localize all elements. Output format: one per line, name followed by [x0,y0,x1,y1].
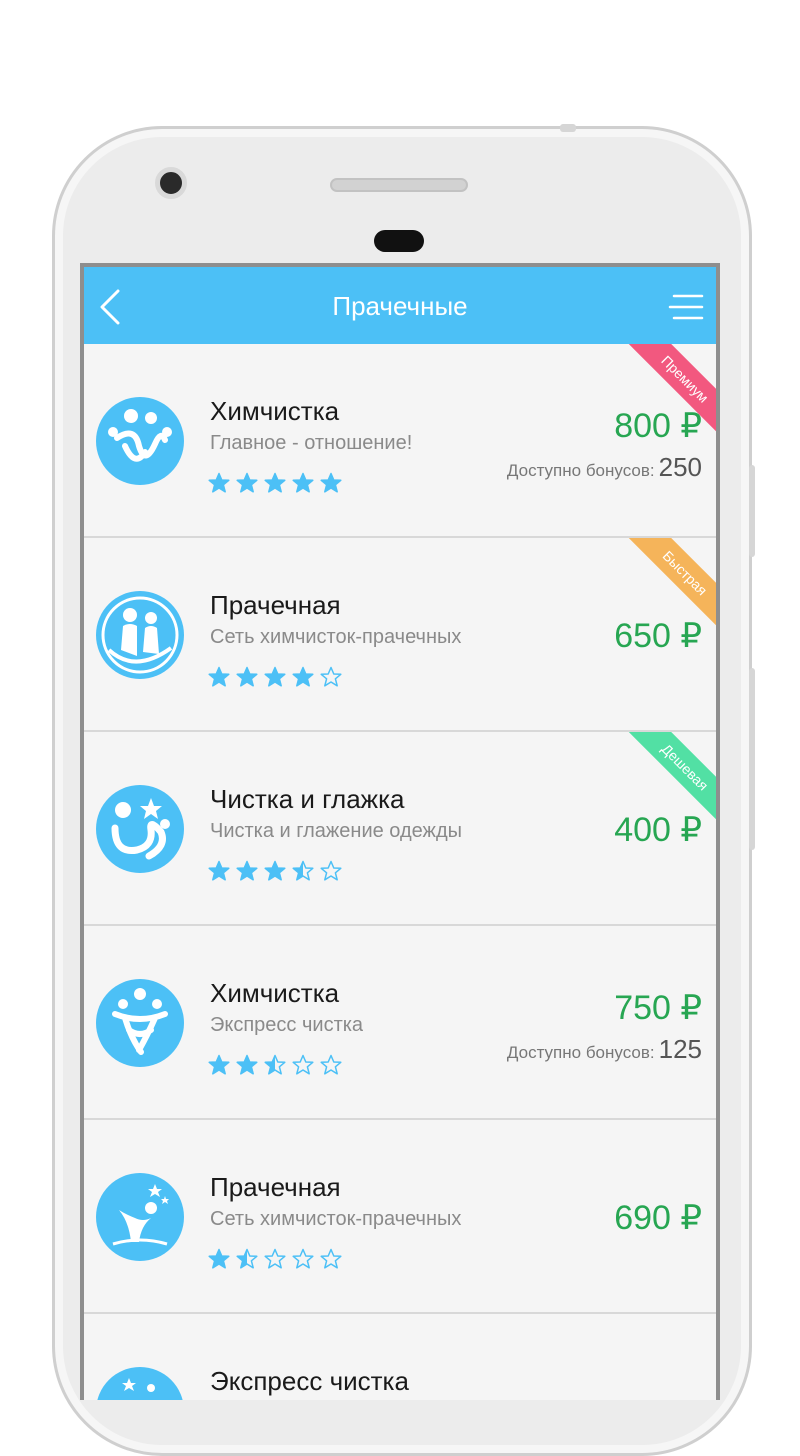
star-half-icon [292,860,314,881]
list-item[interactable]: Химчистка Главное - отношение! 800 ₽ Дос… [84,344,716,538]
list-item[interactable]: Экспресс чистка [84,1314,716,1400]
laundry-logo-icon [97,1367,183,1400]
star-full-icon [320,472,342,493]
rating-stars [208,666,342,690]
rating-stars [208,1248,342,1272]
price-label: 690 ₽ [614,1199,702,1237]
star-full-icon [236,860,258,881]
laundry-logo-icon [96,979,184,1067]
page-title: Прачечные [332,291,468,321]
item-name: Химчистка [210,396,340,426]
bonus-info: Доступно бонусов: 250 [507,452,702,483]
star-half-icon [236,1248,258,1269]
proximity-sensor [374,230,424,252]
phone-top-button [560,124,576,132]
laundry-logo-icon [96,785,184,873]
list-item[interactable]: Прачечная Сеть химчисток-прачечных 650 ₽… [84,538,716,732]
star-full-icon [208,666,230,687]
price-label: 400 ₽ [614,811,702,849]
item-subtitle: Экспресс чистка [210,1014,364,1036]
item-subtitle: Сеть химчисток-прачечных [210,626,462,648]
item-subtitle: Чистка и глажение одежды [210,820,462,842]
star-half-icon [264,1054,286,1075]
star-full-icon [264,472,286,493]
star-empty-icon [264,1248,286,1269]
phone-power-button [749,465,755,557]
star-full-icon [236,666,258,687]
laundry-logo-icon [96,591,184,679]
bonus-label: Доступно бонусов: [506,1043,655,1062]
list-item[interactable]: Прачечная Сеть химчисток-прачечных 690 ₽ [84,1120,716,1314]
laundry-logo-icon [96,1173,184,1261]
star-empty-icon [320,1248,342,1269]
star-full-icon [264,860,286,881]
rating-stars [208,860,342,884]
price-label: 650 ₽ [614,617,702,655]
laundry-list: Химчистка Главное - отношение! 800 ₽ Дос… [84,344,716,1400]
star-full-icon [208,472,230,493]
star-empty-icon [292,1054,314,1075]
rating-stars [208,472,342,496]
nav-bar: Прачечные [84,267,716,344]
star-empty-icon [320,860,342,881]
item-name: Экспресс чистка [210,1366,409,1396]
item-name: Прачечная [210,590,341,620]
price-label: 750 ₽ [614,989,702,1027]
phone-volume-button [749,668,755,850]
star-full-icon [208,860,230,881]
star-empty-icon [320,1054,342,1075]
star-full-icon [236,472,258,493]
bonus-label: Доступно бонусов: [506,461,655,480]
list-item[interactable]: Чистка и глажка Чистка и глажение одежды… [84,732,716,926]
star-full-icon [292,472,314,493]
list-item[interactable]: Химчистка Экспресс чистка 750 ₽ Доступно… [84,926,716,1120]
app-screen: Прачечные Химчистка Главное - отношение!… [80,263,720,1400]
earpiece-speaker [330,178,468,192]
laundry-logo-icon [96,397,184,485]
star-full-icon [264,666,286,687]
item-name: Прачечная [210,1172,341,1202]
rating-stars [208,1054,342,1078]
star-empty-icon [320,666,342,687]
item-name: Химчистка [210,978,340,1008]
item-subtitle: Сеть химчисток-прачечных [210,1208,462,1230]
menu-icon[interactable] [668,293,704,321]
star-full-icon [208,1248,230,1269]
star-empty-icon [292,1248,314,1269]
bonus-value: 250 [658,452,702,482]
item-name: Чистка и глажка [210,784,405,814]
star-full-icon [236,1054,258,1075]
price-label: 800 ₽ [614,407,702,445]
item-subtitle: Главное - отношение! [210,432,413,454]
bonus-info: Доступно бонусов: 125 [507,1034,702,1065]
star-full-icon [292,666,314,687]
star-full-icon [208,1054,230,1075]
bonus-value: 125 [658,1034,702,1064]
front-camera [155,167,187,199]
